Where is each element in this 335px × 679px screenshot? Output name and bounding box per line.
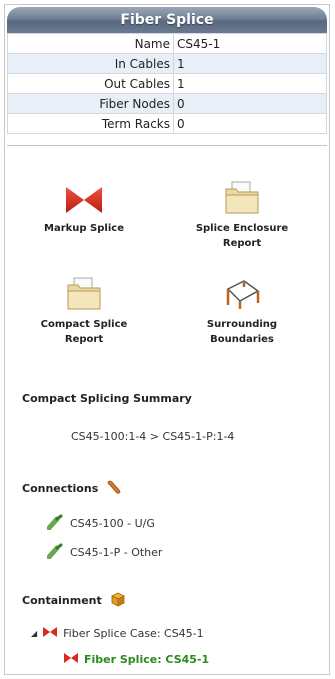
wrench-icon xyxy=(106,479,122,498)
connections-heading: Connections xyxy=(22,479,122,498)
summary-heading-label: Compact Splicing Summary xyxy=(22,392,192,405)
feature-panel: Fiber Splice Name CS45-1 In Cables 1 Out… xyxy=(4,4,330,675)
boundary-icon xyxy=(222,269,262,311)
cable-icon xyxy=(46,514,63,533)
bowtie-splice-icon xyxy=(42,626,58,641)
property-row: Term Racks 0 xyxy=(7,113,327,134)
property-value: 1 xyxy=(173,73,327,94)
containment-heading: Containment xyxy=(22,591,126,610)
surrounding-boundaries-label: Surrounding Boundaries xyxy=(206,319,278,345)
property-value: 1 xyxy=(173,53,327,74)
compact-splice-report-label: Compact Splice Report xyxy=(40,319,128,345)
property-label: In Cables xyxy=(7,53,174,74)
box-icon xyxy=(110,591,126,610)
property-value: 0 xyxy=(173,93,327,114)
properties-table: Name CS45-1 In Cables 1 Out Cables 1 Fib… xyxy=(7,33,327,134)
cable-icon xyxy=(46,543,63,562)
containment-item-label: Fiber Splice Case: CS45-1 xyxy=(63,627,204,640)
property-label: Term Racks xyxy=(7,113,174,134)
panel-title: Fiber Splice xyxy=(7,7,327,33)
markup-splice-button[interactable]: Markup Splice xyxy=(19,173,149,236)
bowtie-splice-icon xyxy=(64,173,104,215)
connection-item[interactable]: CS45-100 - U/G xyxy=(46,514,155,533)
property-value: CS45-1 xyxy=(173,33,327,54)
property-row: Name CS45-1 xyxy=(7,33,327,54)
property-value: 0 xyxy=(173,113,327,134)
connection-label: CS45-100 - U/G xyxy=(70,517,155,530)
bowtie-splice-icon xyxy=(63,652,79,667)
folder-report-icon xyxy=(66,269,102,311)
folder-report-icon xyxy=(224,173,260,215)
connections-heading-label: Connections xyxy=(22,482,99,495)
expand-arrow-icon[interactable]: ◢ xyxy=(31,629,37,638)
divider xyxy=(7,145,327,146)
markup-splice-label: Markup Splice xyxy=(44,223,124,234)
connection-label: CS45-1-P - Other xyxy=(70,546,163,559)
connection-item[interactable]: CS45-1-P - Other xyxy=(46,543,163,562)
property-label: Out Cables xyxy=(7,73,174,94)
splice-enclosure-report-label: Splice Enclosure Report xyxy=(195,223,289,249)
summary-heading: Compact Splicing Summary xyxy=(22,392,192,405)
containment-tree-item-current[interactable]: Fiber Splice: CS45-1 xyxy=(63,652,209,667)
summary-text: CS45-100:1-4 > CS45-1-P:1-4 xyxy=(71,430,235,443)
containment-tree-item[interactable]: ◢ Fiber Splice Case: CS45-1 xyxy=(31,626,204,641)
compact-splice-report-button[interactable]: Compact Splice Report xyxy=(19,269,149,347)
property-row: Out Cables 1 xyxy=(7,73,327,94)
containment-heading-label: Containment xyxy=(22,594,102,607)
surrounding-boundaries-button[interactable]: Surrounding Boundaries xyxy=(177,269,307,347)
splice-enclosure-report-button[interactable]: Splice Enclosure Report xyxy=(177,173,307,251)
containment-item-label: Fiber Splice: CS45-1 xyxy=(84,653,210,666)
property-label: Name xyxy=(7,33,174,54)
property-row: Fiber Nodes 0 xyxy=(7,93,327,114)
property-label: Fiber Nodes xyxy=(7,93,174,114)
property-row: In Cables 1 xyxy=(7,53,327,74)
